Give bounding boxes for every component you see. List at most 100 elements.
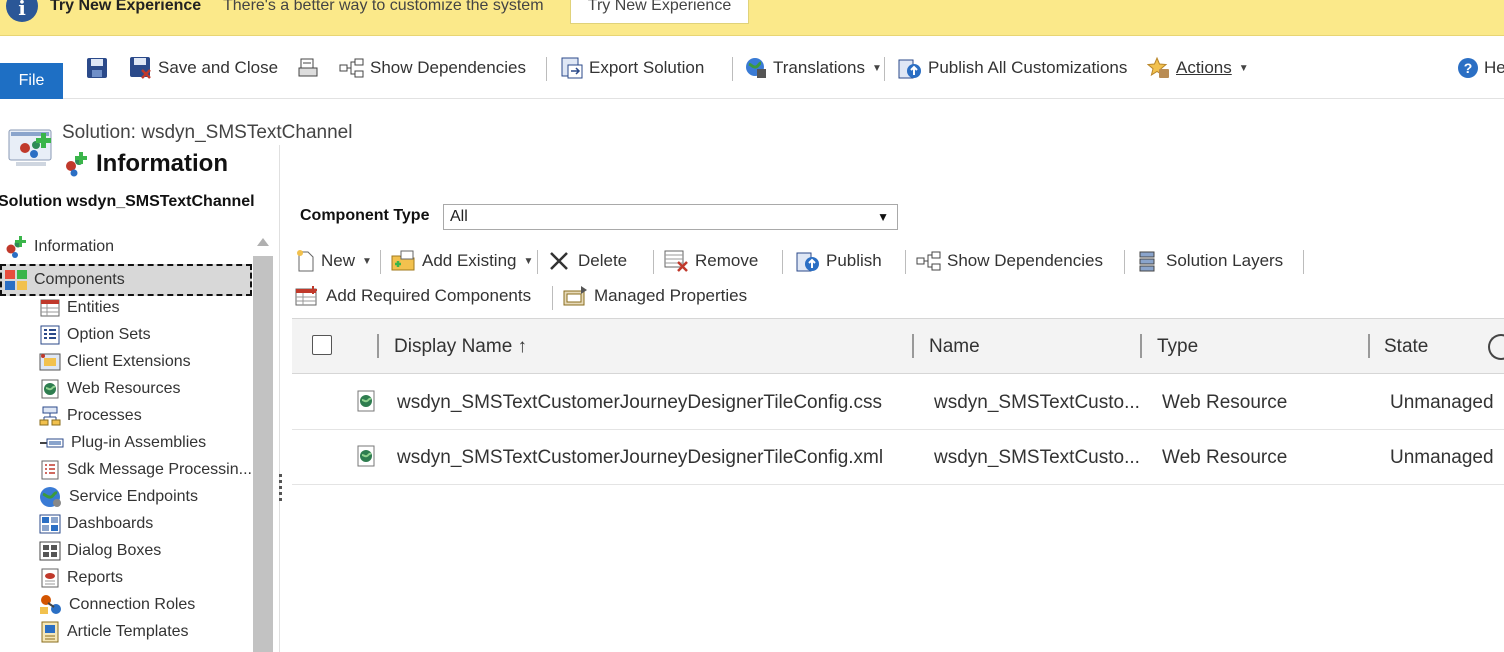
- nav-item-components[interactable]: Components: [0, 264, 252, 296]
- publish-all-customizations-button[interactable]: Publish All Customizations: [897, 55, 1127, 81]
- nav-item-plugin-assemblies[interactable]: Plug-in Assemblies: [39, 431, 206, 455]
- new-button[interactable]: New ▼: [296, 248, 372, 274]
- nav-item-article-templates[interactable]: Article Templates: [39, 620, 189, 644]
- actions-icon: [1147, 56, 1169, 78]
- export-solution-icon: [561, 57, 583, 79]
- nav-item-dashboards[interactable]: Dashboards: [39, 512, 153, 536]
- solution-label: Solution: wsdyn_SMSTextChannel: [62, 122, 353, 143]
- nav-item-processes[interactable]: Processes: [39, 404, 142, 428]
- chevron-down-icon: ▼: [871, 62, 882, 74]
- cell-name: wsdyn_SMSTextCusto...: [934, 447, 1140, 468]
- refresh-icon[interactable]: [1488, 334, 1504, 360]
- solution-layers-button[interactable]: Solution Layers: [1137, 248, 1283, 274]
- publish-button[interactable]: Publish: [795, 248, 882, 274]
- component-type-select[interactable]: All ▼: [443, 204, 898, 230]
- option-sets-icon: [40, 325, 60, 345]
- solution-icon: [8, 129, 52, 166]
- ribbon-separator: [732, 57, 733, 81]
- cell-state: Unmanaged: [1390, 447, 1494, 468]
- column-header-state[interactable]: State: [1384, 336, 1428, 358]
- toolbar-separator: [1303, 250, 1304, 274]
- scroll-up-icon[interactable]: [257, 238, 269, 246]
- grid-show-dependencies-button[interactable]: Show Dependencies: [916, 248, 1103, 274]
- components-grid: Display Name ↑ Name Type State wsdyn_SMS…: [292, 318, 1504, 652]
- nav-item-label: Components: [34, 271, 125, 288]
- new-label: New: [321, 251, 356, 270]
- cell-type: Web Resource: [1162, 447, 1288, 468]
- toolbar-separator: [380, 250, 381, 274]
- delete-icon: [550, 252, 568, 270]
- translations-label: Translations: [773, 58, 865, 77]
- nav-scrollbar-thumb[interactable]: [253, 256, 273, 652]
- information-icon: [6, 236, 26, 258]
- ribbon-separator: [546, 57, 547, 81]
- nav-item-option-sets[interactable]: Option Sets: [39, 323, 151, 347]
- nav-item-sdk-message[interactable]: Sdk Message Processin...: [39, 458, 252, 482]
- web-resource-icon: [357, 390, 375, 412]
- notification-bar: i Try New Experience There's a better wa…: [0, 0, 1504, 36]
- cell-display-name: wsdyn_SMSTextCustomerJourneyDesignerTile…: [397, 447, 884, 468]
- file-button[interactable]: File: [0, 63, 63, 99]
- nav-item-reports[interactable]: Reports: [39, 566, 123, 590]
- component-type-label: Component Type: [300, 207, 430, 224]
- column-header-display-name[interactable]: Display Name ↑: [394, 336, 527, 358]
- web-resources-icon: [41, 379, 59, 399]
- column-separator[interactable]: [1368, 334, 1370, 358]
- add-required-components-button[interactable]: Add Required Components: [295, 283, 531, 309]
- add-existing-button[interactable]: Add Existing ▼: [391, 248, 533, 274]
- notification-title: Try New Experience: [50, 0, 202, 14]
- processes-icon: [39, 406, 61, 426]
- nav-item-connection-roles[interactable]: Connection Roles: [39, 593, 195, 617]
- delete-button[interactable]: Delete: [549, 248, 627, 274]
- solution-nav: Information Components Entities Option S…: [0, 232, 252, 652]
- print-preview-icon: [298, 58, 318, 77]
- publish-all-label: Publish All Customizations: [928, 58, 1128, 77]
- chevron-down-icon: ▼: [523, 255, 534, 267]
- column-separator[interactable]: [912, 334, 914, 358]
- help-icon: ?: [1458, 58, 1478, 78]
- add-required-components-label: Add Required Components: [326, 286, 532, 305]
- client-extensions-icon: [39, 353, 61, 371]
- nav-item-information[interactable]: Information: [4, 235, 114, 259]
- save-and-close-label: Save and Close: [158, 58, 279, 77]
- show-dependencies-button[interactable]: Show Dependencies: [339, 55, 526, 81]
- translations-menu[interactable]: Translations ▼: [744, 55, 882, 81]
- column-header-type[interactable]: Type: [1157, 336, 1198, 358]
- export-solution-button[interactable]: Export Solution: [560, 55, 704, 81]
- nav-item-label: Option Sets: [67, 326, 151, 343]
- save-icon: [87, 58, 107, 78]
- show-dependencies-label: Show Dependencies: [370, 58, 526, 77]
- save-button[interactable]: [86, 55, 108, 81]
- select-all-checkbox[interactable]: [312, 335, 332, 355]
- add-existing-icon: [391, 250, 415, 271]
- print-button[interactable]: [297, 55, 319, 81]
- nav-item-label: Dialog Boxes: [67, 542, 162, 559]
- nav-item-entities[interactable]: Entities: [39, 296, 119, 320]
- nav-item-dialog-boxes[interactable]: Dialog Boxes: [39, 539, 161, 563]
- page-title: Information: [62, 150, 228, 178]
- column-separator[interactable]: [1140, 334, 1142, 358]
- table-row[interactable]: wsdyn_SMSTextCustomerJourneyDesignerTile…: [292, 430, 1504, 485]
- nav-item-service-endpoints[interactable]: Service Endpoints: [39, 485, 198, 509]
- help-button[interactable]: ? Hel: [1457, 55, 1504, 81]
- toolbar-separator: [552, 286, 553, 310]
- add-required-components-icon: [295, 286, 317, 306]
- try-new-experience-button[interactable]: Try New Experience: [570, 0, 749, 24]
- nav-item-label: Client Extensions: [67, 353, 191, 370]
- service-endpoints-icon: [40, 487, 61, 507]
- nav-item-label: Web Resources: [67, 380, 181, 397]
- cell-display-name: wsdyn_SMSTextCustomerJourneyDesignerTile…: [397, 392, 883, 413]
- nav-item-client-extensions[interactable]: Client Extensions: [39, 350, 191, 374]
- pane-splitter-handle[interactable]: [279, 474, 282, 502]
- dialog-boxes-icon: [39, 541, 61, 561]
- column-header-name[interactable]: Name: [929, 336, 980, 358]
- managed-properties-button[interactable]: Managed Properties: [563, 283, 747, 309]
- column-separator[interactable]: [377, 334, 379, 358]
- ribbon-separator: [884, 57, 885, 81]
- actions-menu[interactable]: Actions ▼: [1147, 55, 1249, 81]
- cell-state: Unmanaged: [1390, 392, 1494, 413]
- remove-button[interactable]: Remove: [664, 248, 758, 274]
- save-and-close-button[interactable]: Save and Close: [129, 55, 278, 81]
- table-row[interactable]: wsdyn_SMSTextCustomerJourneyDesignerTile…: [292, 375, 1504, 430]
- nav-item-web-resources[interactable]: Web Resources: [39, 377, 181, 401]
